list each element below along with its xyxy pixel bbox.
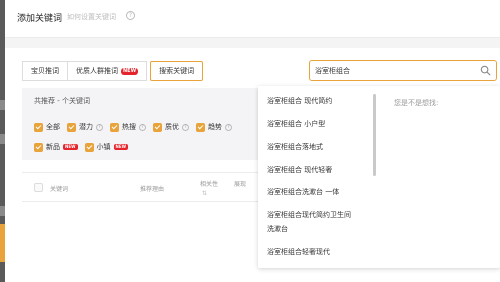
filter-new-product[interactable]: 新品 NEW [34,142,78,152]
filter-trend[interactable]: 趋势 ? [196,122,232,132]
help-icon[interactable]: ? [225,123,232,131]
filter-label: 小镇 [96,143,111,151]
checkbox-checked[interactable] [34,142,43,152]
sort-icon[interactable]: ⇅ [202,190,207,197]
tab-label: 宝贝推词 [31,67,59,75]
suggestion-item[interactable]: 浴室柜组合轻奢现代 [267,247,330,257]
checkbox-checked[interactable] [34,122,43,132]
checkbox-checked[interactable] [67,122,76,132]
filter-label: 趋势 [208,123,222,131]
header-divider-band [5,38,500,48]
help-icon[interactable]: ? [96,123,103,131]
dialog-title: 添加关键词 [17,14,63,24]
tab-search-keywords[interactable]: 搜索关键词 [150,61,204,81]
filter-potential[interactable]: 潜力 ? [67,122,103,132]
keyword-table-header: 关键词 推荐理由 相关性 ⇅ 展现 [22,172,260,202]
tab-quality-crowd[interactable]: 优质人群推词 NEW [68,61,148,81]
howto-link[interactable]: 如何设置关键词 [67,12,116,22]
dropdown-scrollbar[interactable] [373,94,376,176]
search-suggestion-dropdown: 浴室柜组合 现代简约 浴室柜组合 小户型 浴室柜组合落地式 浴室柜组合 现代轻奢… [258,86,500,268]
filter-row: 全部 潜力 ? 热搜 ? 质优 ? 趋势 ? [34,122,239,132]
new-badge: NEW [113,144,128,150]
suggestion-item[interactable]: 浴室柜组合现代简约卫生间 [267,210,351,220]
checkbox-checked[interactable] [110,122,119,132]
search-icon[interactable] [480,65,491,76]
help-icon[interactable]: ? [126,11,135,20]
suggestion-item-continued[interactable]: 洗漱台 [267,224,288,234]
suggestion-item[interactable]: 浴室柜组合 现代简约 [267,96,332,106]
filter-label: 新品 [46,143,60,151]
select-all-checkbox[interactable] [34,183,43,192]
keyword-search-input[interactable] [315,63,475,78]
suggestion-item[interactable]: 浴室柜组合 小户型 [267,119,325,129]
filter-all[interactable]: 全部 [34,122,60,132]
new-badge: NEW [121,67,139,75]
col-keyword: 关键词 [50,186,69,193]
did-you-mean-title: 您是不是想找: [394,99,439,107]
help-icon[interactable]: ? [139,123,146,131]
suggestion-item[interactable]: 浴室柜组合落地式 [267,142,323,152]
dialog-header: 添加关键词 如何设置关键词 ? [5,0,500,38]
filter-label: 全部 [46,123,60,131]
filter-label: 质优 [165,123,179,131]
checkbox-checked[interactable] [153,122,162,132]
tab-item-recommend[interactable]: 宝贝推词 [22,61,68,81]
new-badge: NEW [63,144,78,150]
source-tabs: 宝贝推词 优质人群推词 NEW 搜索关键词 [22,61,204,81]
recommend-filter-panel: 共推荐 - 个关键词 全部 潜力 ? 热搜 ? 质优 ? 趋势 ? 新品 NEW… [22,88,260,160]
filter-label: 潜力 [79,123,93,131]
suggestion-item[interactable]: 浴室柜组合洗漱台 一体 [267,187,339,197]
filter-label: 热搜 [122,123,136,131]
col-relevance[interactable]: 相关性 [200,179,218,188]
col-show[interactable]: 展现 [234,179,246,188]
tab-label: 优质人群推词 [76,67,118,75]
keyword-search-box [309,60,497,81]
checkbox-checked[interactable] [84,142,94,152]
suggestion-item[interactable]: 浴室柜组合 现代轻奢 [267,165,332,175]
checkbox-checked[interactable] [196,122,205,132]
tab-label: 搜索关键词 [159,67,195,75]
help-icon[interactable]: ? [182,123,189,131]
filter-quality[interactable]: 质优 ? [153,122,189,132]
filter-row: 新品 NEW 小镇 NEW [34,142,135,152]
filter-hot-search[interactable]: 热搜 ? [110,122,146,132]
filter-small-town[interactable]: 小镇 NEW [84,142,128,152]
col-reason: 推荐理由 [140,186,165,193]
recommend-count-title: 共推荐 - 个关键词 [34,97,90,105]
